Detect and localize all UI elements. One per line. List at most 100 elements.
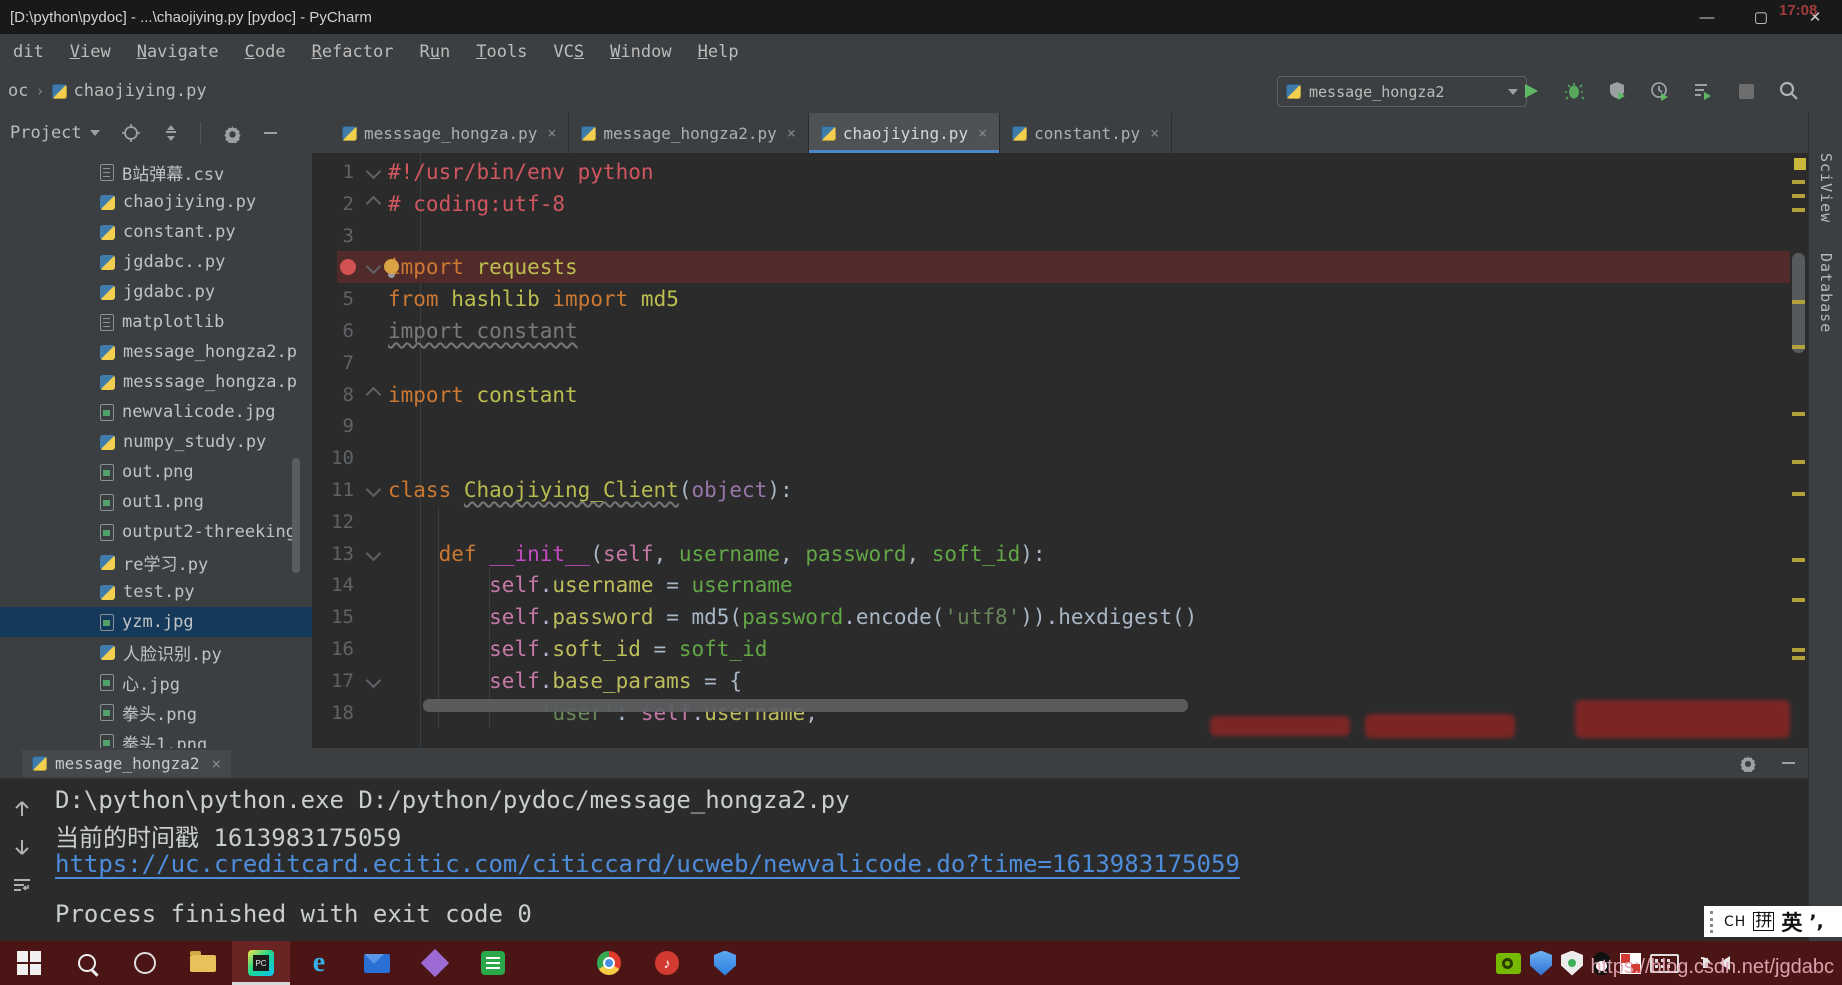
menu-item-dit[interactable]: dit (0, 42, 57, 62)
run-configuration-select[interactable]: message_hongza2 (1277, 76, 1527, 107)
tree-item-拳头1.png[interactable]: 拳头1.png (0, 727, 312, 748)
taskbar-search-tb-icon[interactable] (58, 941, 116, 985)
taskbar-edge-icon[interactable]: e (290, 941, 348, 985)
code-line-16[interactable]: 16 self.soft_id = soft_id (312, 633, 1808, 665)
code-line-11[interactable]: 11class Chaojiying_Client(object): (312, 474, 1808, 506)
taskbar-mail-icon[interactable] (348, 941, 406, 985)
error-stripe-mark[interactable] (1792, 460, 1805, 464)
fold-marker-icon[interactable] (366, 164, 382, 180)
hide-panel-icon[interactable] (264, 132, 277, 134)
gear-icon[interactable] (223, 124, 242, 143)
console-tab[interactable]: message_hongza2 × (22, 750, 231, 777)
tree-item-numpy_study.py[interactable]: numpy_study.py (0, 427, 312, 457)
down-arrow-icon[interactable] (13, 838, 31, 856)
code-line-1[interactable]: 1#!/usr/bin/env python (312, 156, 1808, 188)
error-stripe-mark[interactable] (1792, 656, 1805, 660)
tree-scrollbar[interactable] (292, 458, 300, 573)
code-line-3[interactable]: 3 (312, 220, 1808, 252)
tool-button-sciview[interactable]: SciView (1817, 153, 1835, 223)
soft-wrap-icon[interactable] (12, 876, 32, 894)
project-panel-title[interactable]: Project (10, 123, 82, 143)
fold-marker-icon[interactable] (366, 386, 382, 402)
tree-item-newvalicode.jpg[interactable]: newvalicode.jpg (0, 397, 312, 427)
fold-marker-icon[interactable] (366, 482, 382, 498)
code-editor[interactable]: 1#!/usr/bin/env python2# coding:utf-834i… (312, 153, 1808, 748)
fold-marker-icon[interactable] (366, 259, 382, 275)
tree-item-人脸识别.py[interactable]: 人脸识别.py (0, 637, 312, 667)
tree-item-chaojiying.py[interactable]: chaojiying.py (0, 187, 312, 217)
breadcrumb-file[interactable]: chaojiying.py (74, 81, 207, 101)
breadcrumb[interactable]: oc › chaojiying.py (8, 69, 207, 113)
code-line-12[interactable]: 12 (312, 506, 1808, 538)
tray-wshield-icon[interactable] (1561, 951, 1583, 976)
tree-item-matplotlib[interactable]: matplotlib (0, 307, 312, 337)
tool-button-database[interactable]: Database (1817, 253, 1835, 333)
menu-item-code[interactable]: Code (232, 42, 299, 62)
menu-item-window[interactable]: Window (597, 42, 684, 62)
ime-status-bar[interactable]: CH 拼 英 ’, (1704, 906, 1842, 937)
ime-language-indicator[interactable]: CH (1724, 914, 1746, 930)
search-icon[interactable] (1778, 80, 1800, 102)
taskbar-cortana-icon[interactable] (116, 941, 174, 985)
tab-messsage_hongza-py[interactable]: messsage_hongza.py× (330, 113, 569, 153)
debug-icon[interactable] (1563, 80, 1585, 102)
code-line-9[interactable]: 9 (312, 410, 1808, 442)
stop-icon[interactable] (1735, 80, 1757, 102)
menu-item-view[interactable]: View (57, 42, 124, 62)
tab-chaojiying-py[interactable]: chaojiying.py× (809, 113, 1000, 153)
error-stripe-mark[interactable] (1792, 412, 1805, 416)
taskbar-vs-icon[interactable] (406, 941, 464, 985)
tray-bshield-icon[interactable] (1530, 951, 1552, 976)
concurrency-icon[interactable] (1692, 80, 1714, 102)
gear-icon[interactable] (1736, 751, 1760, 775)
ime-drag-handle[interactable] (1710, 911, 1717, 933)
menu-item-run[interactable]: Run (406, 42, 463, 62)
error-stripe-mark[interactable] (1792, 345, 1805, 349)
error-stripe-mark[interactable] (1792, 180, 1805, 184)
locate-file-icon[interactable] (122, 124, 140, 142)
error-stripe-mark[interactable] (1792, 598, 1805, 602)
tree-item-message_hongza2.p[interactable]: message_hongza2.p (0, 337, 312, 367)
coverage-icon[interactable] (1606, 80, 1628, 102)
ime-english-indicator[interactable]: 英 (1781, 907, 1802, 937)
code-line-17[interactable]: 17 self.base_params = { (312, 665, 1808, 697)
taskbar-pycharm-icon[interactable]: PC (232, 941, 290, 985)
tree-item-output2-threeking[interactable]: output2-threeking (0, 517, 312, 547)
menu-item-refactor[interactable]: Refactor (299, 42, 407, 62)
ime-punctuation-indicator[interactable]: ’, (1809, 911, 1823, 933)
hide-panel-icon[interactable] (1776, 751, 1800, 775)
error-stripe-mark[interactable] (1792, 558, 1805, 562)
code-line-6[interactable]: 6import constant (312, 315, 1808, 347)
minimize-button[interactable]: — (1680, 0, 1734, 34)
code-line-15[interactable]: 15 self.password = md5(password.encode('… (312, 601, 1808, 633)
tree-item-re学习.py[interactable]: re学习.py (0, 547, 312, 577)
tree-item-out.png[interactable]: out.png (0, 457, 312, 487)
menu-item-help[interactable]: Help (685, 42, 752, 62)
error-stripe-mark[interactable] (1792, 300, 1805, 304)
fold-marker-icon[interactable] (366, 545, 382, 561)
error-stripe-mark[interactable] (1792, 648, 1805, 652)
taskbar-folder-icon[interactable] (174, 941, 232, 985)
run-icon[interactable] (1520, 80, 1542, 102)
tray-nvidia-icon[interactable] (1496, 953, 1521, 974)
tree-item-B站弹幕.csv[interactable]: B站弹幕.csv (0, 157, 312, 187)
horizontal-scrollbar[interactable] (423, 699, 1188, 712)
close-icon[interactable]: × (787, 124, 796, 142)
taskbar-start-icon[interactable] (0, 941, 58, 985)
taskbar-wps-icon[interactable] (464, 941, 522, 985)
close-icon[interactable]: × (1150, 124, 1159, 142)
taskbar-music-icon[interactable]: ♪ (638, 941, 696, 985)
taskbar-shield-icon[interactable] (696, 941, 754, 985)
error-stripe-mark[interactable] (1792, 194, 1805, 198)
error-stripe-mark[interactable] (1792, 208, 1805, 212)
tree-item-constant.py[interactable]: constant.py (0, 217, 312, 247)
taskbar-clock[interactable]: 17:08 (1779, 2, 1817, 19)
menu-item-vcs[interactable]: VCS (540, 42, 597, 62)
tree-item-test.py[interactable]: test.py (0, 577, 312, 607)
breadcrumb-folder[interactable]: oc (8, 81, 28, 101)
tab-message_hongza2-py[interactable]: message_hongza2.py× (569, 113, 808, 153)
code-line-8[interactable]: 8import constant (312, 379, 1808, 411)
collapse-all-icon[interactable] (162, 124, 180, 142)
menu-item-tools[interactable]: Tools (463, 42, 540, 62)
tree-item-out1.png[interactable]: out1.png (0, 487, 312, 517)
